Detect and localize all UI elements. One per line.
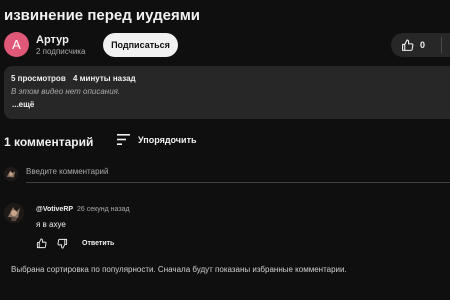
upload-time: 4 минуты назад bbox=[72, 74, 136, 83]
channel-name[interactable]: Артур bbox=[36, 34, 69, 46]
description-meta: 5 просмотров 4 минуты назад bbox=[11, 74, 141, 83]
thumbs-up-icon bbox=[401, 39, 414, 52]
comment-actions: Ответить bbox=[36, 238, 114, 249]
comment-text: я в ахуе bbox=[36, 220, 66, 229]
channel-avatar[interactable]: А bbox=[4, 32, 29, 57]
sort-notice: Выбрана сортировка по популярности. Снач… bbox=[11, 265, 347, 274]
sort-button[interactable]: Упорядочить bbox=[117, 134, 197, 145]
video-title: извинение перед иудеями bbox=[4, 7, 201, 24]
comment-input[interactable]: Введите комментарий bbox=[26, 167, 450, 176]
comment-author[interactable]: @VotiveRP bbox=[36, 206, 73, 213]
sort-icon bbox=[117, 134, 130, 145]
like-dislike-divider bbox=[441, 37, 442, 53]
current-user-avatar bbox=[4, 167, 18, 181]
comment-time[interactable]: 26 секунд назад bbox=[77, 206, 130, 213]
description-more-link[interactable]: ...ещё bbox=[12, 100, 34, 109]
description-text: В этом видео нет описания. bbox=[11, 87, 121, 96]
comment-input-underline bbox=[26, 182, 450, 183]
comment-dislike-icon[interactable] bbox=[57, 238, 68, 249]
comment-author-avatar[interactable] bbox=[4, 203, 24, 223]
view-count: 5 просмотров bbox=[11, 74, 66, 83]
subscriber-count: 2 подписчика bbox=[36, 47, 86, 56]
sort-label: Упорядочить bbox=[138, 134, 197, 145]
subscribe-button[interactable]: Подписаться bbox=[103, 33, 178, 57]
comments-count: 1 комментарий bbox=[4, 135, 94, 149]
like-count: 0 bbox=[420, 40, 426, 50]
reply-button[interactable]: Ответить bbox=[82, 240, 114, 247]
comment-like-icon[interactable] bbox=[36, 238, 47, 249]
